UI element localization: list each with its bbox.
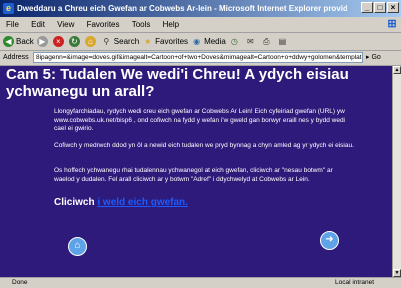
next-button[interactable]: ➜	[320, 231, 339, 250]
page-heading: Cam 5: Tudalen We wedi'i Chreu! A ydych …	[6, 66, 349, 100]
menu-bar: File Edit View Favorites Tools Help	[0, 17, 401, 33]
reminder-paragraph: Cofiwch y medrwch ddod yn ôl a newid eic…	[54, 142, 354, 149]
maximize-button[interactable]: □	[374, 2, 386, 13]
print-button[interactable]: ⎙	[261, 36, 274, 47]
arrow-right-icon: ➜	[325, 234, 334, 245]
title-bar: e Dweddaru a Chreu eich Gwefan ar Cobweb…	[0, 0, 401, 17]
go-button[interactable]: ▸ Go	[366, 51, 381, 65]
home-icon: ⌂	[84, 36, 96, 47]
click-prefix: Cliciwch	[54, 197, 95, 208]
history-button[interactable]: ◷	[229, 36, 242, 47]
minimize-button[interactable]: _	[361, 2, 373, 13]
congrats-paragraph: Llongyfarchiadau, rydych wedi creu eich …	[54, 108, 346, 132]
refresh-icon: ↻	[68, 36, 80, 47]
scroll-down-arrow-icon[interactable]: ▼	[393, 269, 401, 277]
edit-icon: ▤	[278, 37, 287, 46]
view-site-line: Cliciwch i weld eich gwefan.	[54, 197, 188, 208]
favorites-label: Favorites	[155, 37, 189, 46]
menu-help[interactable]: Help	[163, 20, 179, 29]
toolbar: ◀ Back ▶ × ↻ ⌂ ⚲ Search ★ Favorites ◉ Me…	[0, 33, 401, 51]
media-icon: ◉	[193, 37, 201, 46]
instructions-paragraph: Os hoffech ychwanegu rhai tudalennau ych…	[54, 167, 333, 183]
search-label: Search	[113, 37, 140, 46]
media-label: Media	[204, 37, 226, 46]
history-icon: ◷	[230, 37, 238, 46]
home-icon: ⌂	[74, 240, 81, 251]
close-button[interactable]: ×	[387, 2, 399, 13]
address-bar: Address 8ipagenn=&image=doves.gif&imagea…	[0, 51, 401, 66]
menu-tools[interactable]: Tools	[132, 20, 151, 29]
scroll-up-arrow-icon[interactable]: ▲	[393, 66, 401, 74]
mail-icon: ✉	[247, 37, 254, 46]
forward-button[interactable]: ▶	[36, 36, 50, 47]
menu-view[interactable]: View	[57, 20, 74, 29]
address-input[interactable]: 8ipagenn=&image=doves.gif&imagealt=Carto…	[33, 52, 363, 63]
forward-arrow-icon: ▶	[36, 36, 48, 47]
refresh-button[interactable]: ↻	[68, 36, 82, 47]
back-button[interactable]: ◀ Back	[3, 33, 34, 50]
search-icon: ⚲	[103, 37, 110, 46]
ie-logo-icon: e	[3, 3, 14, 14]
home-toolbar-button[interactable]: ⌂	[84, 36, 98, 47]
menu-favorites[interactable]: Favorites	[87, 20, 120, 29]
menu-file[interactable]: File	[6, 20, 19, 29]
status-bar: Done Local intranet	[0, 277, 401, 288]
menu-edit[interactable]: Edit	[31, 20, 45, 29]
mail-button[interactable]: ✉	[245, 36, 258, 47]
print-icon: ⎙	[263, 37, 270, 46]
media-button[interactable]: ◉ Media	[191, 33, 226, 50]
star-icon: ★	[144, 37, 152, 46]
stop-icon: ×	[52, 36, 64, 47]
address-label: Address	[3, 54, 29, 61]
view-website-link[interactable]: i weld eich gwefan.	[97, 197, 188, 208]
back-label: Back	[16, 37, 34, 46]
edit-button[interactable]: ▤	[277, 36, 290, 47]
go-label: Go	[371, 54, 381, 61]
search-button[interactable]: ⚲ Search	[101, 33, 139, 50]
page-content: Cam 5: Tudalen We wedi'i Chreu! A ydych …	[0, 66, 392, 277]
window-title: Dweddaru a Chreu eich Gwefan ar Cobwebs …	[17, 4, 347, 13]
windows-flag-icon: ⊞	[387, 18, 397, 30]
vertical-scrollbar[interactable]: ▲ ▼	[392, 66, 401, 277]
stop-button[interactable]: ×	[52, 36, 66, 47]
favorites-button[interactable]: ★ Favorites	[142, 33, 188, 50]
home-button[interactable]: ⌂	[68, 237, 87, 256]
back-arrow-icon: ◀	[3, 36, 14, 47]
